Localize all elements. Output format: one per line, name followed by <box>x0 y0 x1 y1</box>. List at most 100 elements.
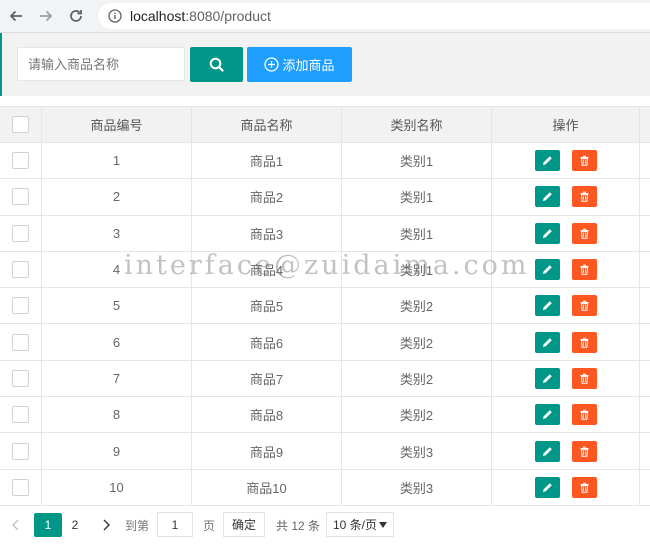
row-select-cell <box>0 397 42 433</box>
row-checkbox[interactable] <box>12 369 29 387</box>
table-row: 5 商品5 类别2 <box>0 288 650 325</box>
search-button[interactable] <box>190 47 243 82</box>
row-checkbox[interactable] <box>12 406 29 424</box>
header-select-cell <box>0 107 42 142</box>
table-row: 9 商品9 类别3 <box>0 433 650 470</box>
row-spacer <box>640 288 650 323</box>
delete-button[interactable] <box>571 331 597 353</box>
cell-product-id: 9 <box>42 433 192 469</box>
header-product-name[interactable]: 商品名称 <box>192 107 342 142</box>
edit-button[interactable] <box>534 476 560 498</box>
row-checkbox[interactable] <box>12 152 29 170</box>
cell-product-name: 商品4 <box>192 251 342 288</box>
row-select-cell <box>0 324 42 360</box>
cell-product-id: 4 <box>42 251 192 288</box>
edit-button[interactable] <box>534 186 560 208</box>
page-1-button[interactable]: 1 <box>34 513 62 537</box>
edit-button[interactable] <box>534 295 560 317</box>
cell-product-name: 商品6 <box>192 324 342 360</box>
cell-product-id: 6 <box>42 324 192 360</box>
chevron-left-icon <box>12 519 19 531</box>
prev-page-button[interactable] <box>6 513 26 537</box>
edit-button[interactable] <box>534 440 560 462</box>
pagination: 1 2 到第 页 确定 共 12 条 10 条/页 <box>0 507 650 545</box>
cell-product-name: 商品8 <box>192 397 342 433</box>
add-product-button[interactable]: 添加商品 <box>247 47 352 82</box>
cell-product-id: 2 <box>42 179 192 215</box>
pencil-icon <box>542 192 552 202</box>
trash-icon <box>580 337 588 348</box>
search-toolbar: 添加商品 <box>0 33 650 96</box>
reload-button[interactable] <box>66 6 86 26</box>
cell-product-name: 商品7 <box>192 360 342 397</box>
trash-icon <box>580 228 588 239</box>
cell-actions <box>492 215 640 251</box>
cell-product-name: 商品1 <box>192 143 342 179</box>
trash-icon <box>580 373 588 384</box>
forward-button[interactable] <box>36 6 56 26</box>
table-body: 1 商品1 类别1 2 商品2 类别1 3 商品3 类别1 4 商品4 类别1 5 商品5 类别2 6 商品6 类… <box>0 143 650 506</box>
cell-category-name: 类别2 <box>342 324 492 360</box>
header-product-id[interactable]: 商品编号 <box>42 107 192 142</box>
cell-product-id: 1 <box>42 143 192 179</box>
add-circle-icon <box>264 57 280 72</box>
trash-icon <box>580 264 588 275</box>
cell-actions <box>492 397 640 433</box>
cell-product-name: 商品9 <box>192 433 342 469</box>
table-row: 4 商品4 类别1 <box>0 251 650 289</box>
header-category-name[interactable]: 类别名称 <box>342 107 492 142</box>
edit-button[interactable] <box>534 259 560 281</box>
cell-product-id: 10 <box>42 469 192 505</box>
row-checkbox[interactable] <box>12 442 29 460</box>
page-2-button[interactable]: 2 <box>62 513 88 537</box>
delete-button[interactable] <box>571 295 597 317</box>
page-size-select[interactable]: 10 条/页 <box>326 512 394 537</box>
trash-icon <box>580 192 588 203</box>
trash-icon <box>580 409 588 420</box>
cell-category-name: 类别2 <box>342 288 492 324</box>
forward-arrow-icon <box>40 10 53 22</box>
table-row: 7 商品7 类别2 <box>0 360 650 398</box>
address-bar[interactable]: localhost:8080/product <box>98 3 650 29</box>
cell-category-name: 类别3 <box>342 433 492 469</box>
delete-button[interactable] <box>571 367 597 389</box>
goto-page-input[interactable] <box>157 512 193 537</box>
row-spacer <box>640 179 650 214</box>
row-checkbox[interactable] <box>12 224 29 242</box>
cell-actions <box>492 179 640 215</box>
delete-button[interactable] <box>571 440 597 462</box>
search-icon <box>209 57 224 72</box>
search-input[interactable] <box>17 47 185 81</box>
row-spacer <box>640 470 650 505</box>
delete-button[interactable] <box>571 186 597 208</box>
row-checkbox[interactable] <box>12 297 29 315</box>
edit-button[interactable] <box>534 150 560 172</box>
cell-category-name: 类别1 <box>342 179 492 215</box>
row-select-cell <box>0 179 42 215</box>
row-checkbox[interactable] <box>12 478 29 496</box>
edit-button[interactable] <box>534 331 560 353</box>
edit-button[interactable] <box>534 222 560 244</box>
delete-button[interactable] <box>571 404 597 426</box>
select-all-checkbox[interactable] <box>12 116 29 133</box>
edit-button[interactable] <box>534 367 560 389</box>
browser-toolbar: localhost:8080/product <box>0 0 650 33</box>
row-checkbox[interactable] <box>12 261 29 279</box>
edit-button[interactable] <box>534 404 560 426</box>
delete-button[interactable] <box>571 150 597 172</box>
row-checkbox[interactable] <box>12 333 29 351</box>
pencil-icon <box>542 410 552 420</box>
back-button[interactable] <box>6 6 26 26</box>
table-row: 6 商品6 类别2 <box>0 324 650 361</box>
cell-category-name: 类别1 <box>342 215 492 251</box>
goto-confirm-button[interactable]: 确定 <box>223 512 265 537</box>
delete-button[interactable] <box>571 222 597 244</box>
row-checkbox[interactable] <box>12 188 29 206</box>
delete-button[interactable] <box>571 476 597 498</box>
pencil-icon <box>542 265 552 275</box>
cell-actions <box>492 433 640 469</box>
delete-button[interactable] <box>571 259 597 281</box>
next-page-button[interactable] <box>96 513 116 537</box>
cell-actions <box>492 324 640 360</box>
trash-icon <box>580 482 588 493</box>
